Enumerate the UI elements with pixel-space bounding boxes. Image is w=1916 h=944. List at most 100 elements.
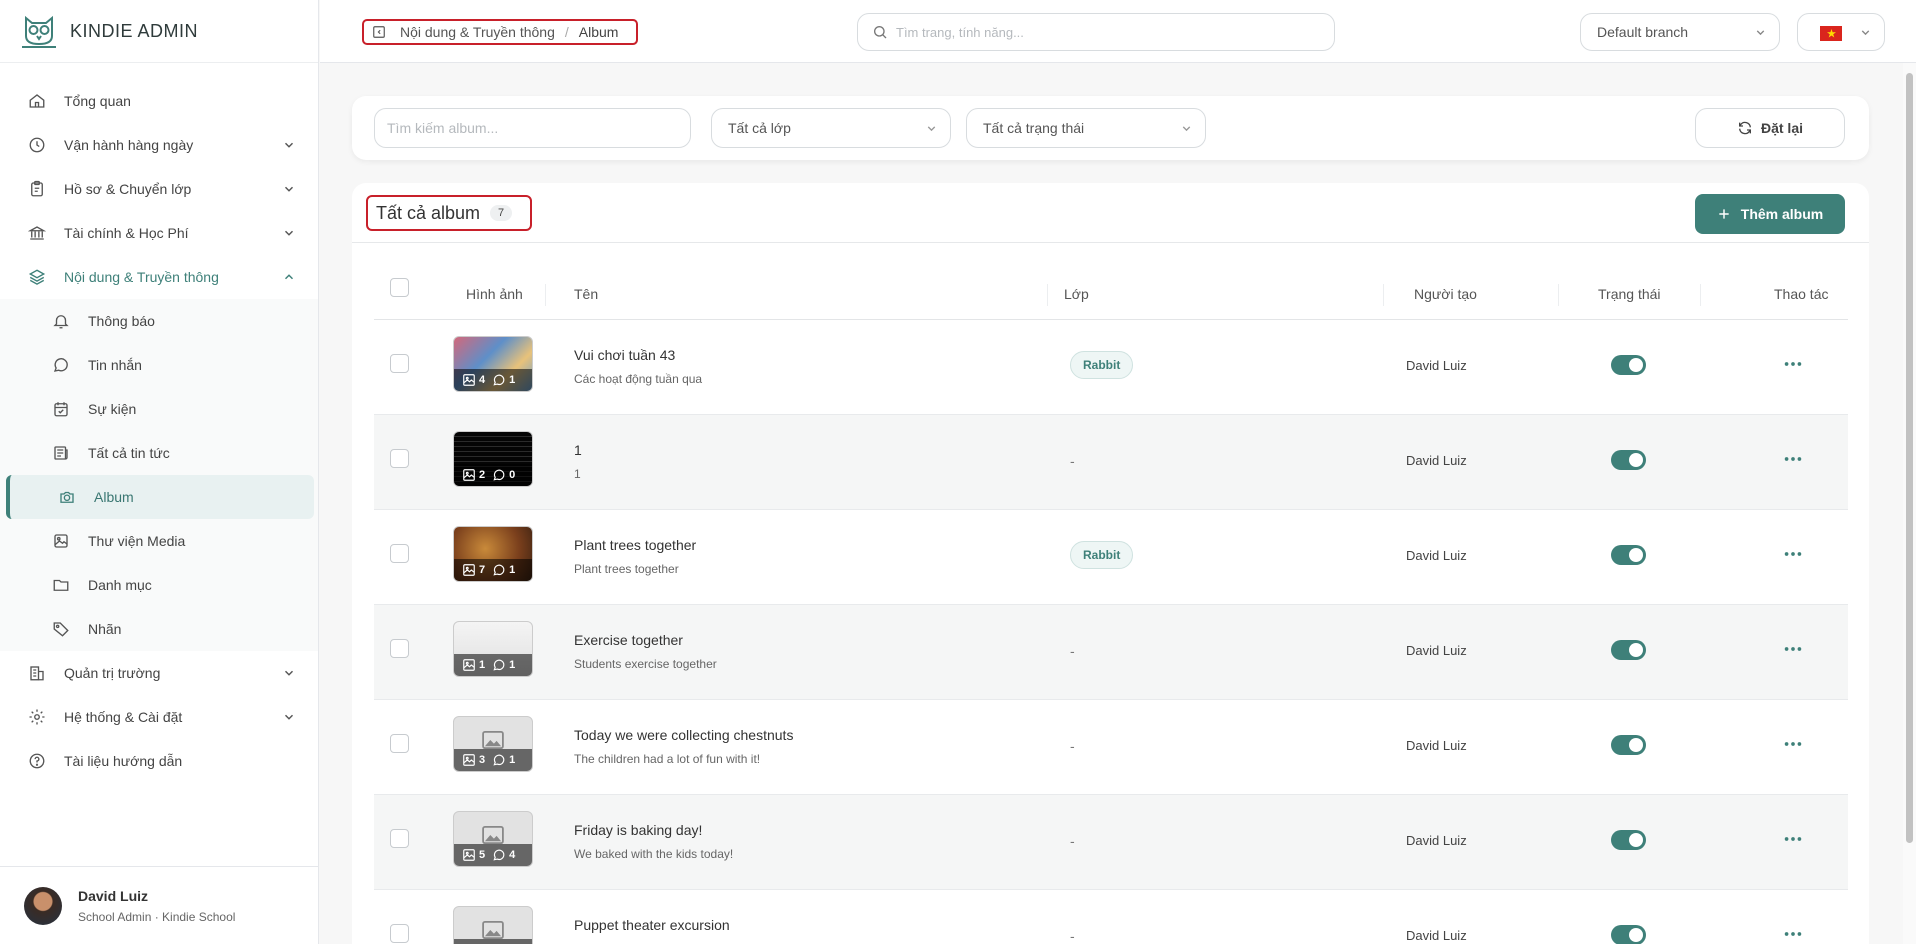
- comment-count-icon: [493, 469, 505, 481]
- album-thumbnail[interactable]: 4 1: [453, 336, 533, 392]
- sidebar-subitem-label: Tất cả tin tức: [88, 445, 170, 461]
- album-name[interactable]: Puppet theater excursion: [574, 917, 730, 933]
- album-thumbnail[interactable]: 2 0: [453, 431, 533, 487]
- sidebar-item-label: Hồ sơ & Chuyển lớp: [64, 181, 192, 197]
- row-checkbox[interactable]: [390, 354, 409, 373]
- sidebar-item-content-media[interactable]: Nội dung & Truyền thông: [0, 255, 318, 299]
- row-checkbox[interactable]: [390, 734, 409, 753]
- more-actions-icon[interactable]: [1782, 448, 1804, 470]
- album-thumbnail[interactable]: 3 1: [453, 716, 533, 772]
- album-thumbnail[interactable]: 7 1: [453, 526, 533, 582]
- language-select[interactable]: [1797, 13, 1885, 51]
- album-stats: 5 4: [454, 844, 532, 866]
- brand[interactable]: KINDIE ADMIN: [0, 0, 318, 63]
- sidebar-subitem-album[interactable]: Album: [6, 475, 314, 519]
- row-checkbox[interactable]: [390, 449, 409, 468]
- help-circle-icon: [29, 753, 45, 769]
- album-stats: 3 1: [454, 749, 532, 771]
- status-toggle[interactable]: [1611, 830, 1646, 850]
- album-thumbnail[interactable]: [453, 906, 533, 944]
- folder-icon: [53, 579, 69, 591]
- row-checkbox[interactable]: [390, 639, 409, 658]
- sidebar-subitem-label: Album: [94, 489, 134, 505]
- more-actions-icon[interactable]: [1782, 923, 1804, 944]
- select-all-checkbox[interactable]: [390, 278, 409, 297]
- status-toggle[interactable]: [1611, 640, 1646, 660]
- sidebar-subitem-messages[interactable]: Tin nhắn: [0, 343, 318, 387]
- chevron-down-icon: [284, 670, 294, 676]
- more-actions-icon[interactable]: [1782, 353, 1804, 375]
- page-scrollbar[interactable]: [1903, 63, 1916, 944]
- table-row[interactable]: 5 4 Friday is baking day! We baked with …: [374, 795, 1848, 890]
- global-search[interactable]: [857, 13, 1335, 51]
- image-icon: [54, 534, 68, 548]
- status-toggle[interactable]: [1611, 735, 1646, 755]
- avatar: [24, 886, 62, 925]
- album-class-empty: -: [1070, 643, 1075, 659]
- branch-select[interactable]: Default branch: [1580, 13, 1780, 51]
- photo-count-icon: [463, 469, 475, 481]
- album-search-input[interactable]: [374, 108, 691, 148]
- sidebar-subitem-all-news[interactable]: Tất cả tin tức: [0, 431, 318, 475]
- sidebar-item-finance[interactable]: Tài chính & Học Phí: [0, 211, 318, 255]
- sidebar-nav: Tổng quan Vận hành hàng ngày Hồ sơ & Chu…: [0, 79, 318, 783]
- user-profile[interactable]: David Luiz School Admin · Kindie School: [0, 866, 319, 944]
- collapse-sidebar-icon[interactable]: [372, 25, 386, 39]
- status-toggle[interactable]: [1611, 355, 1646, 375]
- add-album-button[interactable]: Thêm album: [1695, 194, 1845, 234]
- class-filter-select[interactable]: Tất cả lớp: [711, 108, 951, 148]
- album-list-title: Tất cả album 7: [366, 195, 533, 231]
- status-toggle[interactable]: [1611, 450, 1646, 470]
- album-name[interactable]: Friday is baking day!: [574, 822, 702, 838]
- row-checkbox[interactable]: [390, 544, 409, 563]
- sidebar-item-school-admin[interactable]: Quản trị trường: [0, 651, 318, 695]
- global-search-input[interactable]: [896, 24, 1316, 40]
- sidebar-subitem-notifications[interactable]: Thông báo: [0, 299, 318, 343]
- sidebar-item-system-settings[interactable]: Hệ thống & Cài đặt: [0, 695, 318, 739]
- table-row[interactable]: 1 1 Exercise together Students exercise …: [374, 605, 1848, 700]
- row-checkbox[interactable]: [390, 829, 409, 848]
- sidebar-subitem-media-library[interactable]: Thư viện Media: [0, 519, 318, 563]
- sidebar-item-overview[interactable]: Tổng quan: [0, 79, 318, 123]
- table-row[interactable]: 7 1 Plant trees together Plant trees tog…: [374, 510, 1848, 605]
- album-name[interactable]: Vui chơi tuần 43: [574, 347, 675, 363]
- album-name[interactable]: 1: [574, 442, 582, 458]
- sidebar-subitem-tags[interactable]: Nhãn: [0, 607, 318, 651]
- status-toggle[interactable]: [1611, 925, 1646, 944]
- breadcrumb-current: Album: [578, 24, 619, 40]
- album-stats: 7 1: [454, 559, 532, 581]
- class-badge: Rabbit: [1070, 351, 1134, 379]
- table-row[interactable]: 2 0 1 1 - David Luiz: [374, 415, 1848, 510]
- row-checkbox[interactable]: [390, 924, 409, 943]
- owl-logo-icon: [22, 15, 56, 48]
- table-row[interactable]: 4 1 Vui chơi tuần 43 Các hoạt động tuần …: [374, 320, 1848, 415]
- branch-select-value: Default branch: [1597, 24, 1689, 40]
- sidebar-subitem-categories[interactable]: Danh mục: [0, 563, 318, 607]
- sidebar-item-docs[interactable]: Tài liệu hướng dẫn: [0, 739, 318, 783]
- table-row[interactable]: 3 1 Today we were collecting chestnuts T…: [374, 700, 1848, 795]
- sidebar-item-records[interactable]: Hồ sơ & Chuyển lớp: [0, 167, 318, 211]
- refresh-icon: [1738, 121, 1751, 135]
- more-actions-icon[interactable]: [1782, 543, 1804, 565]
- breadcrumb-parent[interactable]: Nội dung & Truyền thông: [400, 24, 555, 40]
- comment-count: 1: [509, 754, 516, 766]
- album-thumbnail[interactable]: 5 4: [453, 811, 533, 867]
- album-name[interactable]: Exercise together: [574, 632, 683, 648]
- album-description: 1: [574, 467, 581, 481]
- photo-count: 7: [479, 564, 486, 576]
- column-divider: [1047, 284, 1048, 306]
- album-thumbnail[interactable]: 1 1: [453, 621, 533, 677]
- more-actions-icon[interactable]: [1782, 733, 1804, 755]
- reset-filters-button[interactable]: Đặt lại: [1695, 108, 1845, 148]
- more-actions-icon[interactable]: [1782, 638, 1804, 660]
- comment-count-icon: [493, 564, 505, 576]
- table-row[interactable]: Puppet theater excursion - David Luiz: [374, 890, 1848, 944]
- status-filter-select[interactable]: Tất cả trạng thái: [966, 108, 1206, 148]
- album-name[interactable]: Plant trees together: [574, 537, 696, 553]
- sidebar-item-daily-ops[interactable]: Vận hành hàng ngày: [0, 123, 318, 167]
- scrollbar-thumb[interactable]: [1906, 73, 1913, 843]
- more-actions-icon[interactable]: [1782, 828, 1804, 850]
- album-name[interactable]: Today we were collecting chestnuts: [574, 727, 793, 743]
- status-toggle[interactable]: [1611, 545, 1646, 565]
- sidebar-subitem-events[interactable]: Sự kiện: [0, 387, 318, 431]
